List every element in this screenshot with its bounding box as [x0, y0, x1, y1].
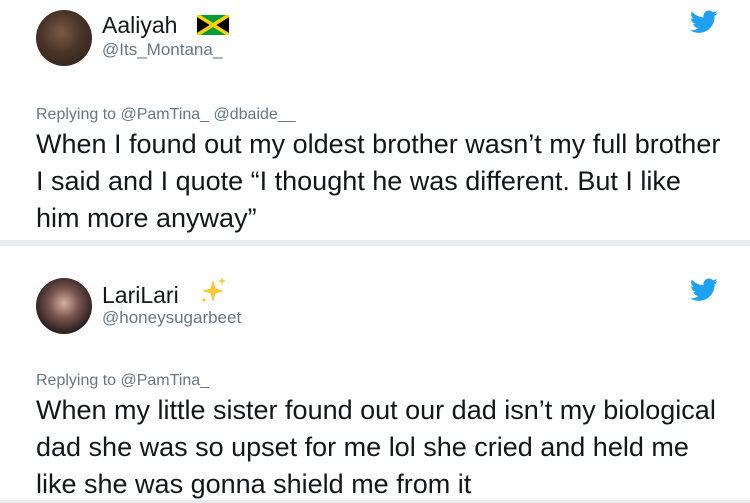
user-handle[interactable]: @Its_Montana_ [102, 40, 222, 60]
tweet-text: When I found out my oldest brother wasn’… [36, 129, 721, 233]
twitter-bird-icon[interactable] [690, 10, 718, 34]
replying-to-label[interactable]: Replying to @PamTina_ @dbaide__ [36, 106, 296, 124]
tweet-text: When my little sister found out our dad … [36, 395, 716, 499]
display-name[interactable]: LariLari [102, 282, 179, 309]
avatar[interactable] [36, 10, 92, 66]
twitter-bird-icon[interactable] [690, 278, 718, 302]
sparkles-icon [201, 277, 226, 303]
display-name[interactable]: Aaliyah [102, 12, 177, 39]
tweet-card[interactable]: Aaliyah @Its_Montana_ Replying to @PamTi… [0, 0, 750, 240]
avatar[interactable] [36, 278, 92, 334]
replying-to-label[interactable]: Replying to @PamTina_ [36, 372, 209, 390]
jamaica-flag-icon [197, 15, 229, 35]
user-handle[interactable]: @honeysugarbeet [102, 308, 241, 328]
